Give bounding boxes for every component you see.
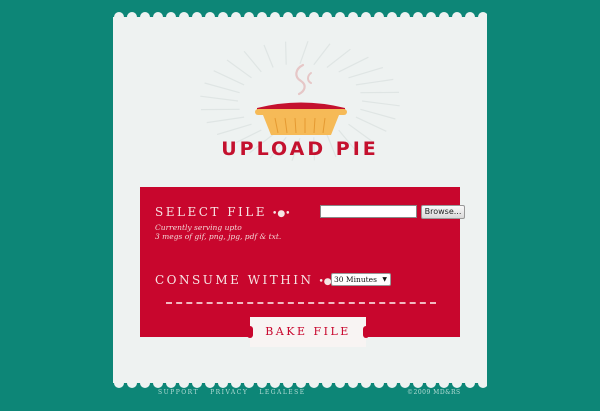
file-path-field[interactable] — [320, 205, 417, 218]
button-notch-left — [247, 326, 253, 338]
footer-link-support[interactable]: SUPPORT — [158, 389, 199, 396]
scallop-bump — [413, 378, 423, 388]
scallop-bump — [270, 378, 280, 388]
scallop-bump — [348, 378, 358, 388]
button-notch-right — [363, 326, 369, 338]
scallop-bump — [452, 378, 462, 388]
consume-within-label: CONSUME WITHIN •●• — [155, 273, 337, 287]
scallop-bump — [153, 378, 163, 388]
sunburst-ray — [355, 116, 387, 132]
sunburst-ray — [360, 108, 396, 120]
scallop-bump — [127, 378, 137, 388]
scallop-bump — [426, 378, 436, 388]
scallop-bump — [400, 378, 410, 388]
footer-links: SUPPORT PRIVACY LEGALESE — [158, 389, 317, 396]
scallop-bump — [244, 378, 254, 388]
consume-within-select[interactable]: 30 Minutes ▼ — [331, 273, 391, 286]
upload-form-panel: SELECT FILE •●• Currently serving upto 3 … — [140, 187, 465, 347]
bake-file-button[interactable]: BAKE FILE — [247, 317, 369, 347]
sunburst-ray — [213, 70, 245, 86]
scallop-bump — [322, 378, 332, 388]
scallop-bump — [465, 378, 475, 388]
sunburst-ray — [204, 82, 240, 94]
upload-card: UPLOAD PIE SELECT FILE •●• Currently serv… — [113, 12, 487, 388]
sunburst-ray — [348, 66, 384, 79]
scallop-bump — [114, 378, 124, 388]
scallop-bump — [257, 378, 267, 388]
scallop-bump — [439, 378, 449, 388]
footer-link-privacy[interactable]: PRIVACY — [210, 389, 248, 396]
scallop-bump — [374, 378, 384, 388]
scalloped-edge-bottom — [113, 378, 487, 388]
copyright: ©2009 MD&RS — [407, 389, 461, 396]
file-types-note: Currently serving upto 3 megs of gif, pn… — [155, 223, 282, 241]
scallop-bump — [205, 378, 215, 388]
sunburst-ray — [206, 116, 245, 124]
sunburst-ray — [226, 59, 252, 79]
scallop-bump — [179, 378, 189, 388]
scallop-bump — [218, 378, 228, 388]
sunburst-ray — [200, 95, 239, 102]
sunburst-ray — [355, 78, 394, 86]
scallop-bump — [387, 378, 397, 388]
footer-link-legalese[interactable]: LEGALESE — [259, 389, 305, 396]
scallop-bump — [192, 378, 202, 388]
select-file-label: SELECT FILE •●• — [155, 205, 291, 219]
dashed-divider — [166, 302, 436, 304]
scallop-bump — [140, 378, 150, 388]
scallop-bump — [361, 378, 371, 388]
page-title: UPLOAD PIE — [221, 138, 379, 160]
scallop-bump — [296, 378, 306, 388]
chevron-down-icon: ▼ — [382, 276, 387, 283]
sunburst-ray — [216, 123, 252, 136]
scallop-bump — [166, 378, 176, 388]
scallop-bump — [283, 378, 293, 388]
scallop-bump — [335, 378, 345, 388]
sunburst-ray — [361, 100, 400, 107]
browse-button[interactable]: Browse... — [421, 205, 465, 219]
scallop-bump — [309, 378, 319, 388]
scallop-bump — [231, 378, 241, 388]
pie-logo-icon — [255, 63, 347, 135]
